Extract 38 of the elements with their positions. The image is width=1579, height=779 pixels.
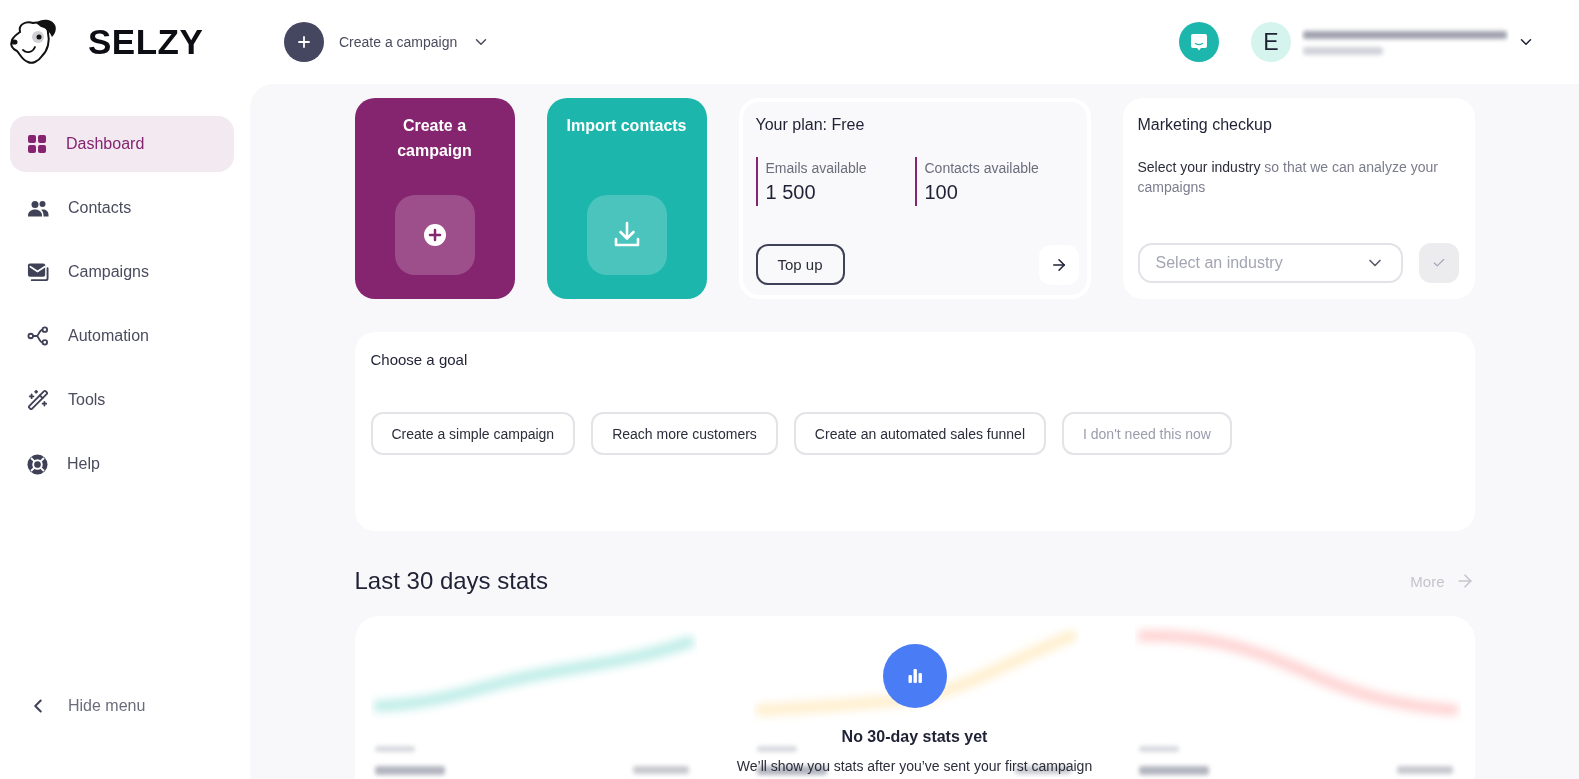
empty-state-title: No 30-day stats yet [841, 727, 988, 747]
download-icon [586, 195, 667, 275]
lifebuoy-icon [27, 453, 48, 475]
bar-chart-icon [882, 644, 947, 708]
goal-option-button[interactable]: Reach more customers [591, 412, 778, 455]
arrow-button[interactable] [1038, 244, 1079, 285]
stat-label: Emails available [765, 158, 868, 177]
grid-icon [27, 134, 47, 154]
sidebar-item[interactable]: Dashboard [10, 116, 234, 172]
hide-menu-button[interactable]: Hide menu [10, 678, 234, 734]
plan-title: Your plan: Free [755, 115, 866, 135]
envelope-icon [27, 262, 49, 282]
sidebar-item[interactable]: Campaigns [10, 244, 234, 300]
goal-option-button[interactable]: Create a simple campaign [370, 412, 576, 455]
stat-value: 1 500 [765, 179, 817, 205]
avatar: E [1251, 22, 1291, 62]
checkup-description: Select your industry so that we can analyze your campaigns [1137, 158, 1439, 197]
section-title: Last 30 days stats [354, 567, 548, 595]
sidebar-item[interactable]: Help [10, 436, 234, 492]
people-icon [27, 199, 49, 217]
stat-label: Contacts available [924, 158, 1040, 177]
brand-name: SELZY [88, 22, 204, 62]
check-icon [1431, 256, 1446, 270]
goal-title: Choose a goal [370, 350, 469, 370]
create-campaign-button[interactable]: Create a campaign [284, 22, 491, 62]
stat-value: 100 [924, 179, 959, 205]
create-campaign-card[interactable]: Create a campaign [354, 98, 515, 299]
sidebar-item[interactable]: Automation [10, 308, 234, 364]
connected-nodes-icon [27, 326, 49, 346]
plus-icon [284, 22, 324, 62]
checkup-title: Marketing checkup [1137, 115, 1273, 135]
sidebar-item[interactable]: Tools [10, 372, 234, 428]
top-up-button[interactable]: Top up [755, 244, 845, 285]
magic-wand-icon [27, 389, 49, 411]
goal-option-button[interactable]: Create an automated sales funnel [793, 412, 1046, 455]
empty-state-text: We’ll show you stats after you’ve sent your first campaign [736, 757, 1093, 775]
sidebar-item[interactable]: Contacts [10, 180, 234, 236]
chat-bubble-icon [1190, 33, 1208, 51]
